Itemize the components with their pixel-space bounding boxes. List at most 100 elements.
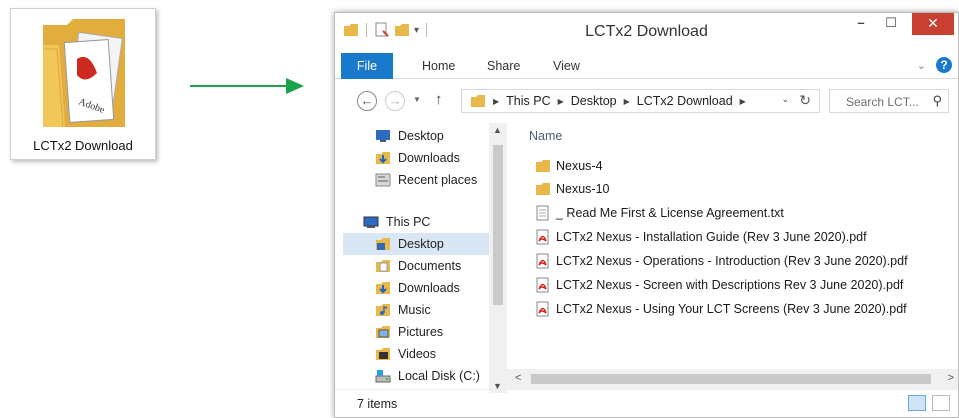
scroll-up-icon[interactable]: ▲ — [493, 125, 502, 135]
file-row[interactable]: LCTx2 Nexus - Screen with Descriptions R… — [535, 274, 903, 296]
right-arrow-icon — [190, 78, 304, 94]
file-name: LCTx2 Nexus - Operations - Introduction … — [556, 254, 908, 268]
minimize-button[interactable]: – — [846, 13, 876, 35]
nav-item-desktop-selected[interactable]: Desktop — [343, 233, 489, 255]
help-icon[interactable]: ? — [936, 57, 952, 73]
downloads-icon — [376, 152, 390, 164]
tab-share[interactable]: Share — [487, 53, 520, 79]
navigation-bar: ← → ▼ ↑ ▶ This PC ▶ Desktop ▶ LCTx2 Down… — [335, 85, 958, 117]
computer-icon — [363, 216, 379, 228]
scrollbar-thumb[interactable] — [493, 145, 503, 305]
nav-item-label: Desktop — [398, 237, 444, 251]
file-row[interactable]: Nexus-10 — [535, 178, 610, 200]
file-name: LCTx2 Nexus - Screen with Descriptions R… — [556, 278, 904, 292]
nav-item-pictures[interactable]: Pictures — [375, 321, 443, 343]
desktop-folder-icon[interactable]: Adobe LCTx2 Download — [10, 8, 156, 160]
search-icon[interactable]: ⚲ — [932, 93, 942, 109]
file-row[interactable]: _ Read Me First & License Agreement.txt — [535, 202, 784, 224]
recent-locations-icon[interactable]: ▼ — [413, 95, 421, 104]
back-button[interactable]: ← — [357, 91, 377, 111]
nav-item-documents[interactable]: Documents — [375, 255, 461, 277]
nav-item-label: Documents — [398, 259, 462, 273]
downloads-icon — [376, 282, 390, 294]
file-row[interactable]: LCTx2 Nexus - Operations - Introduction … — [535, 250, 908, 272]
breadcrumb-separator-icon[interactable]: ▶ — [740, 97, 746, 106]
ribbon-tabs: File Home Share View ⌄ ? — [335, 53, 958, 79]
title-bar: ▾ LCTx2 Download – ☐ ✕ — [335, 13, 958, 49]
nav-item-downloads-2[interactable]: Downloads — [375, 277, 460, 299]
item-count: 7 items — [357, 397, 398, 411]
file-row[interactable]: LCTx2 Nexus - Installation Guide (Rev 3 … — [535, 226, 867, 248]
pdf-icon — [536, 301, 549, 317]
recent-places-icon — [375, 173, 391, 187]
nav-item-desktop[interactable]: Desktop — [375, 125, 444, 147]
refresh-icon[interactable]: ↻ — [799, 92, 811, 109]
up-button[interactable]: ↑ — [435, 91, 443, 108]
status-bar: 7 items — [335, 389, 958, 417]
nav-item-music[interactable]: Music — [375, 299, 431, 321]
nav-item-label: Music — [398, 303, 431, 317]
scroll-left-icon[interactable]: < — [515, 372, 521, 384]
breadcrumb-separator-icon[interactable]: ▶ — [624, 97, 630, 106]
local-disk-icon — [375, 370, 391, 383]
search-placeholder: Search LCT... — [846, 95, 919, 109]
nav-item-label: This PC — [386, 215, 431, 229]
file-list: Name Nexus-4 Nexus-10 _ Read Me First & … — [517, 121, 958, 371]
nav-pane-scrollbar[interactable]: ▲ ▼ — [489, 123, 507, 393]
folder-icon — [536, 183, 550, 195]
address-dropdown-icon[interactable]: ⌄ — [781, 94, 789, 105]
breadcrumb-separator-icon[interactable]: ▶ — [558, 97, 564, 106]
tab-file[interactable]: File — [341, 53, 393, 79]
address-bar[interactable]: ▶ This PC ▶ Desktop ▶ LCTx2 Download ▶ ⌄… — [461, 89, 820, 113]
desktop-icon — [376, 130, 390, 142]
expand-ribbon-icon[interactable]: ⌄ — [917, 59, 926, 72]
search-input[interactable]: Search LCT... ⚲ — [829, 89, 949, 113]
file-explorer-window: ▾ LCTx2 Download – ☐ ✕ File Home Share V… — [334, 12, 959, 418]
pdf-icon — [536, 253, 549, 269]
folder-icon — [471, 95, 485, 107]
breadcrumb-this-pc[interactable]: This PC — [506, 94, 550, 108]
nav-item-recent-places[interactable]: Recent places — [375, 169, 477, 191]
breadcrumb-current[interactable]: LCTx2 Download — [637, 94, 733, 108]
large-icons-view-icon[interactable] — [932, 395, 950, 411]
tab-home[interactable]: Home — [422, 53, 455, 79]
file-row[interactable]: LCTx2 Nexus - Using Your LCT Screens (Re… — [535, 298, 907, 320]
breadcrumb-separator-icon[interactable]: ▶ — [493, 97, 499, 106]
documents-icon — [376, 260, 390, 272]
nav-item-videos[interactable]: Videos — [375, 343, 436, 365]
folder-with-documents-icon: Adobe — [43, 19, 125, 128]
file-name: LCTx2 Nexus - Using Your LCT Screens (Re… — [556, 302, 907, 316]
videos-icon — [376, 348, 390, 360]
maximize-button[interactable]: ☐ — [876, 13, 906, 35]
nav-item-label: Videos — [398, 347, 436, 361]
nav-item-downloads[interactable]: Downloads — [375, 147, 460, 169]
nav-item-label: Downloads — [398, 281, 460, 295]
nav-item-label: Pictures — [398, 325, 444, 339]
close-button[interactable]: ✕ — [912, 13, 954, 35]
navigation-pane: Desktop Downloads Recent places This PC … — [335, 121, 507, 391]
breadcrumb-desktop[interactable]: Desktop — [571, 94, 617, 108]
nav-item-label: Desktop — [398, 129, 444, 143]
scroll-right-icon[interactable]: > — [948, 372, 954, 384]
folder-icon — [536, 160, 550, 172]
pdf-icon — [536, 229, 549, 245]
file-name: _ Read Me First & License Agreement.txt — [556, 206, 784, 220]
pdf-icon — [536, 277, 549, 293]
nav-item-local-disk[interactable]: Local Disk (C:) — [375, 365, 480, 387]
file-name: Nexus-10 — [556, 182, 610, 196]
nav-item-label: Local Disk (C:) — [398, 369, 480, 383]
nav-item-label: Downloads — [398, 151, 460, 165]
file-name: Nexus-4 — [556, 159, 603, 173]
music-icon — [376, 304, 390, 316]
nav-item-this-pc[interactable]: This PC — [363, 211, 430, 233]
file-row[interactable]: Nexus-4 — [535, 155, 603, 177]
column-header-name[interactable]: Name — [529, 129, 562, 143]
file-name: LCTx2 Nexus - Installation Guide (Rev 3 … — [556, 230, 867, 244]
tab-view[interactable]: View — [553, 53, 580, 79]
file-list-horizontal-scrollbar[interactable]: < > — [507, 369, 958, 389]
scrollbar-thumb[interactable] — [531, 374, 931, 384]
nav-item-label: Recent places — [398, 173, 478, 187]
forward-button[interactable]: → — [385, 91, 405, 111]
text-file-icon — [536, 205, 549, 221]
details-view-icon[interactable] — [908, 395, 926, 411]
